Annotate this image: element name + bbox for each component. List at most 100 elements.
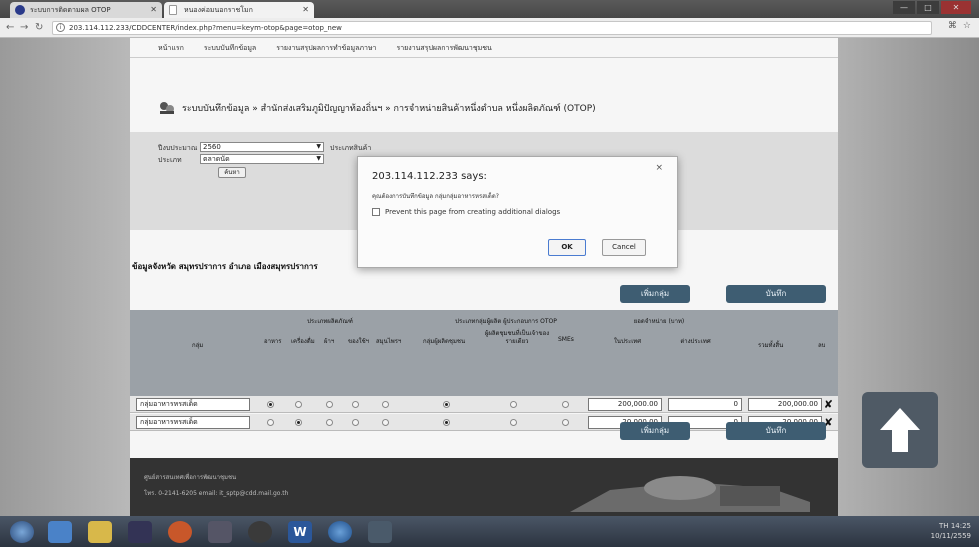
system-logo-icon xyxy=(160,102,174,114)
back-arrow-icon[interactable]: ← xyxy=(6,21,14,35)
chrome-icon[interactable] xyxy=(328,521,352,543)
type-label: ประเภท xyxy=(158,156,182,164)
photos-icon[interactable] xyxy=(368,521,392,543)
save-button-bottom[interactable]: บันทึก xyxy=(726,422,826,440)
prevent-dialogs-label[interactable]: Prevent this page from creating addition… xyxy=(385,208,560,216)
firefox-icon[interactable] xyxy=(168,521,192,543)
delete-row-icon[interactable]: ✘ xyxy=(824,398,833,411)
radio-textile[interactable] xyxy=(326,419,333,426)
translate-icon[interactable]: ⌘ xyxy=(948,21,957,31)
radio-beverage[interactable] xyxy=(295,401,302,408)
close-window-button[interactable]: ✕ xyxy=(941,1,971,14)
breadcrumb-text: ระบบบันทึกข้อมูล » สำนักส่งเสริมภูมิปัญญ… xyxy=(182,104,596,114)
type-select[interactable]: ตลาดนัด ▼ xyxy=(200,154,324,164)
browser-tab-active[interactable]: หนองค่อมนอกราชโมก ✕ xyxy=(164,2,314,18)
maximize-button[interactable]: □ xyxy=(917,1,939,14)
address-bar[interactable]: i 203.114.112.233/CDDCENTER/index.php?me… xyxy=(52,21,932,35)
group-name-input[interactable]: กลุ่มอาหารหรสเด็ด xyxy=(136,398,250,411)
media-player-icon[interactable] xyxy=(128,521,152,543)
radio-herbal[interactable] xyxy=(382,419,389,426)
browser-app-icon[interactable] xyxy=(248,521,272,543)
radio-community-group[interactable] xyxy=(443,401,450,408)
reload-icon[interactable]: ↻ xyxy=(35,21,43,35)
page-footer: ศูนย์สารสนเทศเพื่อการพัฒนาชุมชน โทร. 0-2… xyxy=(130,458,838,516)
page-favicon-icon xyxy=(169,5,177,15)
add-group-button-bottom[interactable]: เพิ่มกลุ่ม xyxy=(620,422,690,440)
nav-home[interactable]: หน้าแรก xyxy=(158,38,184,57)
radio-food[interactable] xyxy=(267,401,274,408)
radio-utensil[interactable] xyxy=(352,419,359,426)
save-button[interactable]: บันทึก xyxy=(726,285,826,303)
group-name-input[interactable]: กลุ่มอาหารหรสเด็ด xyxy=(136,416,250,429)
col-textile: ผ้าฯ xyxy=(324,338,335,345)
language-indicator[interactable]: TH xyxy=(939,522,949,530)
minimize-button[interactable]: — xyxy=(893,1,915,14)
col-group: กลุ่ม xyxy=(192,342,204,349)
dialog-title: 203.114.112.233 says: xyxy=(372,171,487,182)
app-window-icon[interactable] xyxy=(208,521,232,543)
radio-community-group[interactable] xyxy=(443,419,450,426)
col-product-type: ประเภทผลิตภัณฑ์ xyxy=(307,318,353,325)
clock-time[interactable]: 14:25 xyxy=(951,522,971,530)
tab-label: หนองค่อมนอกราชโมก xyxy=(184,6,253,14)
year-select[interactable]: 2560 ▼ xyxy=(200,142,324,152)
radio-utensil[interactable] xyxy=(352,401,359,408)
col-food: อาหาร xyxy=(264,338,282,345)
radio-beverage[interactable] xyxy=(295,419,302,426)
radio-smes[interactable] xyxy=(562,401,569,408)
type-value: ตลาดนัด xyxy=(203,155,230,163)
start-button-icon[interactable] xyxy=(10,521,34,543)
footer-org-name: ศูนย์สารสนเทศเพื่อการพัฒนาชุมชน xyxy=(144,474,237,481)
url-text: 203.114.112.233/CDDCENTER/index.php?menu… xyxy=(69,24,342,32)
col-utensil: ของใช้ฯ xyxy=(348,338,370,345)
top-navigation: หน้าแรก ระบบบันทึกข้อมูล รายงานสรุปผลการ… xyxy=(130,38,838,58)
forward-arrow-icon[interactable]: → xyxy=(20,21,28,35)
add-group-button[interactable]: เพิ่มกลุ่ม xyxy=(620,285,690,303)
col-sales: ยอดจำหน่าย (บาท) xyxy=(633,318,685,325)
confirm-dialog: 203.114.112.233 says: × คุณต้องการบันทึก… xyxy=(357,156,678,268)
radio-textile[interactable] xyxy=(326,401,333,408)
col-herbal: สมุนไพรฯ xyxy=(376,338,402,345)
browser-toolbar: ← → ↻ i 203.114.112.233/CDDCENTER/index.… xyxy=(0,18,979,38)
ok-button[interactable]: OK xyxy=(548,239,586,256)
col-community-group: กลุ่มผู้ผลิตชุมชน xyxy=(423,338,466,345)
search-button[interactable]: ค้นหา xyxy=(218,167,246,178)
table-row: กลุ่มอาหารหรสเด็ด 200,000.00 0 200,000.0… xyxy=(130,396,838,413)
breadcrumb: ระบบบันทึกข้อมูล » สำนักส่งเสริมภูมิปัญญ… xyxy=(158,100,596,116)
foreign-sales-input[interactable]: 0 xyxy=(668,398,742,411)
radio-sole-owner[interactable] xyxy=(510,401,517,408)
browser-tab[interactable]: ระบบการติดตามผล OTOP ✕ xyxy=(10,2,162,18)
word-icon[interactable]: W xyxy=(288,521,312,543)
building-illustration-icon xyxy=(570,476,810,512)
radio-food[interactable] xyxy=(267,419,274,426)
tab-close-icon[interactable]: ✕ xyxy=(302,2,309,18)
col-foreign: ต่างประเทศ xyxy=(680,338,711,345)
explorer-folder-icon[interactable] xyxy=(88,521,112,543)
cancel-button[interactable]: Cancel xyxy=(602,239,646,256)
nav-report-language[interactable]: รายงานสรุปผลการทำข้อมูลภาษา xyxy=(276,38,376,57)
col-domestic: ในประเทศ xyxy=(613,338,642,345)
info-icon[interactable]: i xyxy=(56,23,65,32)
dialog-close-icon[interactable]: × xyxy=(655,163,663,173)
clock-date[interactable]: 10/11/2559 xyxy=(931,532,971,540)
nav-report-development[interactable]: รายงานสรุปผลการพัฒนาชุมชน xyxy=(396,38,491,57)
section-title: ข้อมูลจังหวัด สมุทรปราการ อำเภอ เมืองสมุ… xyxy=(132,262,318,271)
chevron-down-icon: ▼ xyxy=(316,143,321,150)
radio-herbal[interactable] xyxy=(382,401,389,408)
windows-taskbar: W TH 14:25 10/11/2559 xyxy=(0,516,979,547)
scroll-top-button[interactable] xyxy=(862,392,938,468)
nav-data-entry[interactable]: ระบบบันทึกข้อมูล xyxy=(204,38,256,57)
radio-sole-owner[interactable] xyxy=(510,419,517,426)
col-delete: ลบ xyxy=(818,342,826,349)
domestic-sales-input[interactable]: 200,000.00 xyxy=(588,398,662,411)
table-header: กลุ่ม ประเภทผลิตภัณฑ์ อาหาร เครื่องดื่ม … xyxy=(130,310,838,396)
ie-icon[interactable] xyxy=(48,521,72,543)
bookmark-star-icon[interactable]: ☆ xyxy=(963,21,971,31)
tab-close-icon[interactable]: ✕ xyxy=(150,2,157,18)
dialog-message: คุณต้องการบันทึกข้อมูล กลุ่มกลุ่มอาหารหร… xyxy=(372,193,499,200)
radio-smes[interactable] xyxy=(562,419,569,426)
year-value: 2560 xyxy=(203,143,221,151)
arrow-up-icon xyxy=(880,408,920,452)
prevent-dialogs-checkbox[interactable] xyxy=(372,208,380,216)
page-content: หน้าแรก ระบบบันทึกข้อมูล รายงานสรุปผลการ… xyxy=(130,38,838,516)
